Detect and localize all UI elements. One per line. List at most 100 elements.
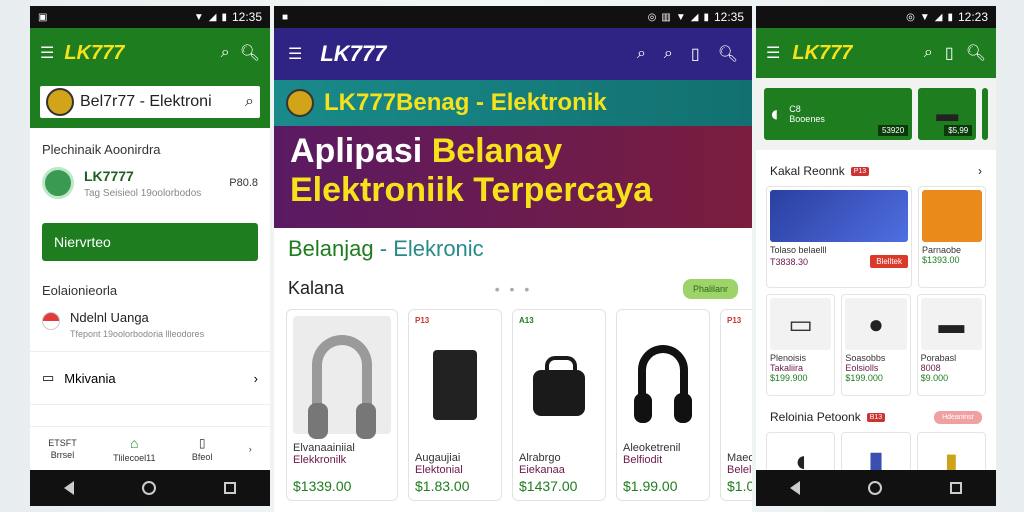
search-icon-alt[interactable]: ⌕ bbox=[664, 45, 673, 63]
section-title: Reloinia Petoonk bbox=[770, 410, 861, 424]
search-icon[interactable]: ⌕ bbox=[637, 45, 646, 63]
product-card[interactable]: ● Soasobbs Eolsiolls $199.000 bbox=[841, 294, 911, 396]
home-icon: ⌂ bbox=[130, 434, 139, 451]
product-price: $1437.00 bbox=[519, 478, 578, 494]
wifi-icon: ▼ bbox=[919, 11, 930, 23]
section-tag: P13 bbox=[850, 166, 870, 176]
product-list: Elvanaainiial Elekkronilk $1339.00 P13 A… bbox=[274, 309, 752, 501]
product-tag: P13 bbox=[727, 316, 742, 325]
section2-title: Eolaionieorla bbox=[42, 283, 118, 298]
app-icon bbox=[42, 167, 74, 199]
camera-lens-image: ● bbox=[845, 298, 907, 350]
product-subname: Elektonial bbox=[415, 464, 463, 476]
laptop-image bbox=[770, 190, 908, 242]
product-name: Elvanaainiial bbox=[293, 442, 355, 454]
phone-screen-center: ■ ◎ ▥ ▼ ◢ ▮ 12:35 ☰ LK777 ⌕ ⌕ ▯ 🔍︎ LK777… bbox=[274, 6, 752, 512]
bottom-nav-title: ETSFT bbox=[48, 437, 77, 448]
product-card[interactable]: P13 Augaujiai Elektonial $1.83.00 bbox=[408, 309, 502, 501]
bottom-nav: ETSFT Brrsel ⌂ Tlilecoel11 ▯ Bfeol › bbox=[30, 426, 270, 470]
page-subtitle: Belanjag - Elekronic bbox=[274, 228, 752, 262]
brand-banner: LK777Benag - Elektronik bbox=[274, 80, 752, 126]
search-icon-bold[interactable]: 🔍︎ bbox=[966, 43, 986, 63]
subtitle-a: Belanjag bbox=[288, 236, 374, 261]
status-time: 12:35 bbox=[713, 10, 744, 24]
headphones-image bbox=[623, 316, 703, 434]
recents-icon[interactable] bbox=[950, 482, 962, 494]
app-bar: ☰ LK777 ⌕ ▯ 🔍︎ bbox=[756, 28, 996, 78]
search-icon[interactable]: ⌕ bbox=[245, 93, 254, 111]
filter-pill[interactable]: Phalilanr bbox=[682, 278, 738, 299]
chevron-right-icon[interactable]: › bbox=[249, 444, 252, 454]
flag-icon bbox=[42, 312, 60, 330]
search-icon-bold[interactable]: 🔍︎ bbox=[240, 43, 260, 63]
search-icon-bold[interactable]: 🔍︎ bbox=[718, 44, 738, 64]
bottom-nav-item-1[interactable]: ETSFT Brrsel bbox=[48, 438, 77, 460]
product-card[interactable]: Elvanaainiial Elekkronilk $1339.00 bbox=[286, 309, 398, 501]
promo-tile[interactable] bbox=[982, 88, 988, 140]
back-icon[interactable] bbox=[64, 481, 74, 495]
product-name: Maeoaul bbox=[727, 452, 752, 464]
signal-icon: ◢ bbox=[690, 11, 699, 23]
promo-badge: 53920 bbox=[877, 125, 909, 136]
app-logo-icon bbox=[46, 88, 74, 116]
product-price: $1393.00 bbox=[922, 255, 960, 265]
category-header: Kalana • • • Phalilanr bbox=[274, 262, 752, 309]
product-name: Soasobbs bbox=[845, 353, 886, 363]
product-name: Alrabrgo bbox=[519, 452, 561, 464]
product-price: $1.033 bbox=[727, 478, 752, 494]
status-time: 12:23 bbox=[957, 10, 988, 24]
hero-banner[interactable]: Aplipasi Belanay Elektroniik Terpercaya bbox=[274, 126, 752, 228]
recents-icon[interactable] bbox=[224, 482, 236, 494]
product-card[interactable]: A13 Alrabrgo Eiekanaa $1437.00 bbox=[512, 309, 606, 501]
signal-icon: ◢ bbox=[208, 11, 217, 23]
document-icon: ▯ bbox=[198, 435, 206, 450]
product-image bbox=[727, 326, 752, 444]
chevron-right-icon[interactable]: › bbox=[978, 164, 982, 178]
product-subname: 8008 bbox=[920, 363, 941, 373]
install-button[interactable]: Niervrteo bbox=[42, 223, 258, 261]
category-title: Kalana bbox=[288, 278, 345, 298]
subtitle-b: - Elekronic bbox=[373, 236, 484, 261]
product-card[interactable]: P13 Maeoaul Belel $1.033 bbox=[720, 309, 752, 501]
menu-icon[interactable]: ☰ bbox=[40, 43, 54, 63]
promo-tile[interactable]: ▬ $5,99 bbox=[918, 88, 977, 140]
product-card[interactable]: Tolaso belaelll T3838.30 Blelltek bbox=[766, 186, 912, 288]
notification-icon: ▣ bbox=[38, 11, 48, 23]
home-button-icon[interactable] bbox=[142, 481, 156, 495]
back-icon[interactable] bbox=[790, 481, 800, 495]
menu-icon[interactable]: ☰ bbox=[288, 44, 302, 64]
bottom-nav-item-3[interactable]: ▯ Bfeol bbox=[192, 436, 213, 462]
product-name: Aleoketrenil bbox=[623, 442, 681, 454]
product-subname: Eolsiolls bbox=[845, 363, 879, 373]
product-tag: P13 bbox=[415, 316, 430, 325]
product-name: Porabasl bbox=[920, 353, 957, 363]
brand-logo: LK777 bbox=[320, 41, 387, 66]
hero-line-1b: Belanay bbox=[431, 132, 563, 170]
bag-icon[interactable]: ▯ bbox=[691, 44, 700, 64]
hero-line-2: Elektroniik Terpercaya bbox=[290, 171, 653, 209]
product-card[interactable]: ▬ Porabasl 8008 $9.000 bbox=[916, 294, 986, 396]
menu-row-label: Mkivania bbox=[64, 370, 116, 386]
product-card[interactable]: Parnaobe $1393.00 bbox=[918, 186, 986, 288]
product-name: Parnaobe bbox=[922, 245, 962, 255]
search-input[interactable]: Bel7r77 - Elektroni ⌕ bbox=[38, 84, 262, 120]
app-bar: ☰ LK777 ⌕ 🔍︎ bbox=[30, 28, 270, 78]
product-card[interactable]: ▭ Plenoisis Takaliira $199.900 bbox=[766, 294, 836, 396]
search-icon[interactable]: ⌕ bbox=[924, 44, 933, 62]
menu-row[interactable]: ▭ Mkivania › bbox=[30, 352, 270, 405]
search-icon[interactable]: ⌕ bbox=[221, 44, 230, 62]
buy-button[interactable]: Blelltek bbox=[870, 255, 908, 268]
home-button-icon[interactable] bbox=[868, 481, 882, 495]
product-card[interactable]: Aleoketrenil Belfiodit $1.99.00 bbox=[616, 309, 710, 501]
promo-tile[interactable]: ◐ C8 Booenes 53920 bbox=[764, 88, 913, 140]
product-tag: A13 bbox=[519, 316, 534, 325]
menu-icon[interactable]: ☰ bbox=[766, 43, 780, 63]
app-listing[interactable]: LK7777 Tag Seisieol 19oolorbodos P80.8 bbox=[30, 157, 270, 209]
section-pill[interactable]: Hdeaninsr bbox=[934, 410, 982, 424]
status-bar: ■ ◎ ▥ ▼ ◢ ▮ 12:35 bbox=[274, 6, 752, 28]
bottom-nav-item-2[interactable]: ⌂ Tlilecoel11 bbox=[113, 435, 155, 463]
language-sub: Tfepont 19oolorbodoria llleodores bbox=[70, 329, 205, 339]
product-price: $1.83.00 bbox=[415, 478, 470, 494]
bag-icon[interactable]: ▯ bbox=[945, 43, 954, 63]
language-item[interactable]: Ndelnl Uanga Tfepont 19oolorbodoria llle… bbox=[30, 298, 270, 352]
